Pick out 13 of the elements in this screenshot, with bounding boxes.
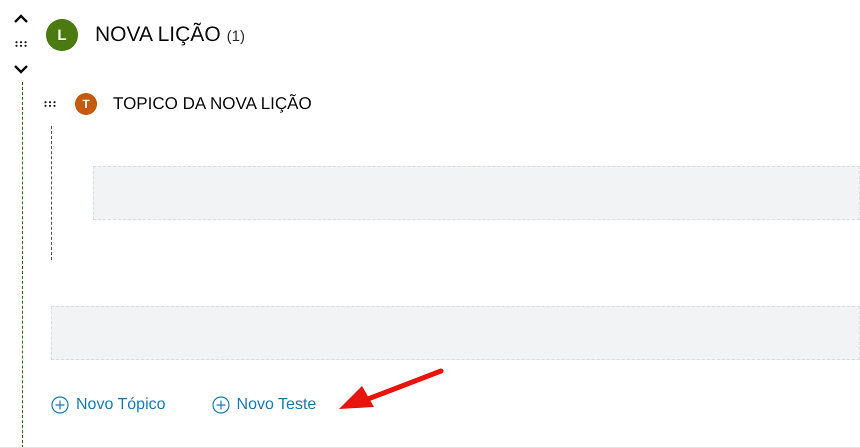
plus-icon: [212, 396, 230, 414]
lesson-count: (1): [226, 28, 245, 44]
lesson-badge: L: [46, 19, 78, 51]
drag-handle-icon[interactable]: [15, 41, 27, 47]
chevron-up-icon[interactable]: [13, 14, 29, 24]
add-link[interactable]: Novo Teste: [212, 396, 316, 414]
lesson-title: NOVA LIÇÃO: [95, 23, 221, 47]
plus-icon: [51, 396, 69, 414]
topic-title: TOPICO DA NOVA LIÇÃO: [113, 94, 312, 114]
chevron-down-icon[interactable]: [13, 64, 29, 74]
topic-badge: T: [75, 93, 97, 115]
add-link[interactable]: Novo Tópico: [51, 396, 166, 414]
drag-handle-icon[interactable]: [44, 101, 56, 107]
